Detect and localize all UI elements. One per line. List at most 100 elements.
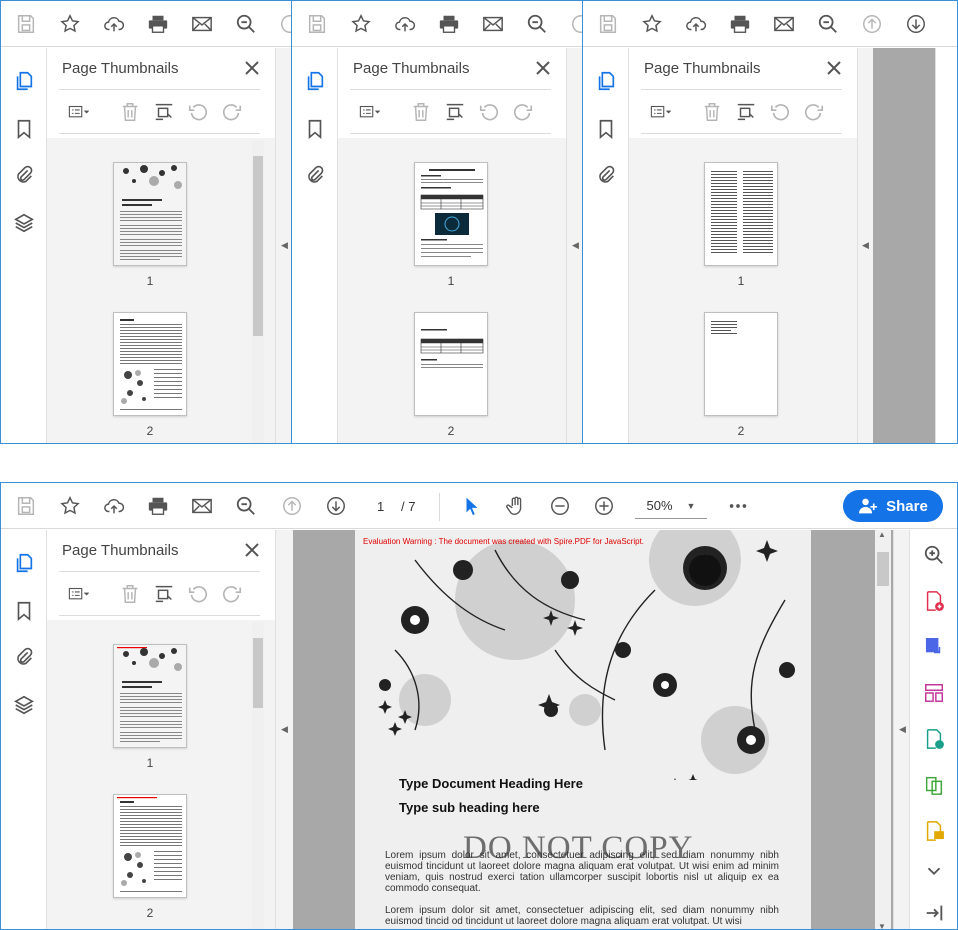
insert-page-icon[interactable] [442,100,468,124]
create-pdf-icon[interactable] [921,588,947,614]
layers-icon[interactable] [11,210,37,236]
star-icon[interactable] [57,11,83,37]
scroll-thumb[interactable] [877,552,889,586]
more-options-icon[interactable] [725,493,751,519]
collapse-panel-handle[interactable]: ◀ [275,530,293,929]
bookmark-icon[interactable] [11,116,37,142]
bookmark-icon[interactable] [11,598,37,624]
chevron-down-icon[interactable] [921,858,947,884]
mail-icon[interactable] [771,11,797,37]
comment-icon[interactable] [921,818,947,844]
rotate-right-icon[interactable] [219,100,245,124]
rotate-left-icon[interactable] [476,100,502,124]
page-thumbnail[interactable] [414,312,488,416]
save-icon[interactable] [13,11,39,37]
print-icon[interactable] [727,11,753,37]
print-icon[interactable] [145,493,171,519]
thumbnail-options-icon[interactable] [352,100,388,124]
document-scrollbar[interactable]: ▲ ▼ [875,530,891,929]
pages-icon[interactable] [593,68,619,94]
trash-icon[interactable] [117,582,143,606]
pages-icon[interactable] [11,68,37,94]
rotate-left-icon[interactable] [185,100,211,124]
insert-page-icon[interactable] [151,582,177,606]
close-icon[interactable] [824,58,844,78]
page-up-icon[interactable] [277,11,291,37]
attachment-icon[interactable] [11,644,37,670]
save-icon[interactable] [13,493,39,519]
rotate-right-icon[interactable] [219,582,245,606]
cloud-upload-icon[interactable] [683,11,709,37]
page-up-icon[interactable] [859,11,885,37]
cloud-upload-icon[interactable] [392,11,418,37]
scroll-down-icon[interactable]: ▼ [878,922,886,929]
select-cursor-icon[interactable] [459,493,485,519]
thumbnail-options-icon[interactable] [61,100,97,124]
zoom-search-icon[interactable] [815,11,841,37]
organize-pages-icon[interactable] [921,680,947,706]
save-icon[interactable] [304,11,330,37]
star-icon[interactable] [348,11,374,37]
mail-icon[interactable] [189,11,215,37]
print-icon[interactable] [436,11,462,37]
page-thumbnail[interactable] [113,644,187,748]
page-thumbnail[interactable] [704,162,778,266]
collapse-panel-handle[interactable]: ◀ [566,48,582,443]
document-area[interactable] [873,48,935,443]
insert-page-icon[interactable] [733,100,759,124]
page-thumbnail[interactable] [113,794,187,898]
pages-icon[interactable] [11,550,37,576]
rotate-left-icon[interactable] [185,582,211,606]
insert-page-icon[interactable] [151,100,177,124]
rotate-left-icon[interactable] [767,100,793,124]
zoom-search-icon[interactable] [233,493,259,519]
zoom-search-icon[interactable] [921,542,947,568]
close-icon[interactable] [242,540,262,560]
rotate-right-icon[interactable] [510,100,536,124]
mail-icon[interactable] [480,11,506,37]
attachment-icon[interactable] [593,162,619,188]
page-up-icon[interactable] [568,11,582,37]
attachment-icon[interactable] [11,162,37,188]
close-icon[interactable] [242,58,262,78]
collapse-panel-handle[interactable]: ◀ [275,48,291,443]
thumbnail-options-icon[interactable] [61,582,97,606]
convert-pdf-icon[interactable] [921,726,947,752]
cloud-upload-icon[interactable] [101,493,127,519]
zoom-search-icon[interactable] [524,11,550,37]
bookmark-icon[interactable] [302,116,328,142]
page-up-icon[interactable] [279,493,305,519]
mail-icon[interactable] [189,493,215,519]
pages-icon[interactable] [302,68,328,94]
trash-icon[interactable] [699,100,725,124]
trash-icon[interactable] [117,100,143,124]
hand-tool-icon[interactable] [503,493,529,519]
star-icon[interactable] [639,11,665,37]
star-icon[interactable] [57,493,83,519]
close-icon[interactable] [533,58,553,78]
zoom-in-icon[interactable] [591,493,617,519]
cloud-upload-icon[interactable] [101,11,127,37]
layers-icon[interactable] [11,692,37,718]
trash-icon[interactable] [408,100,434,124]
collapse-panel-handle[interactable]: ◀ [857,48,873,443]
share-button[interactable]: Share [843,490,943,522]
document-area[interactable]: Evaluation Warning : The document was cr… [293,530,909,929]
zoom-level-select[interactable]: 50% ▼ [635,493,707,519]
thumbnail-options-icon[interactable] [643,100,679,124]
bookmark-icon[interactable] [593,116,619,142]
zoom-search-icon[interactable] [233,11,259,37]
page-down-icon[interactable] [323,493,349,519]
page-thumbnail[interactable] [113,162,187,266]
rotate-right-icon[interactable] [801,100,827,124]
thumbnail-scrollbar[interactable] [252,622,264,929]
export-pdf-icon[interactable] [921,634,947,660]
zoom-out-icon[interactable] [547,493,573,519]
scroll-up-icon[interactable]: ▲ [878,530,886,539]
print-icon[interactable] [145,11,171,37]
attachment-icon[interactable] [302,162,328,188]
current-page-input[interactable]: 1 [377,499,384,514]
collapse-right-icon[interactable] [921,900,947,926]
thumbnail-scrollbar[interactable] [252,140,264,443]
page-thumbnail[interactable] [414,162,488,266]
